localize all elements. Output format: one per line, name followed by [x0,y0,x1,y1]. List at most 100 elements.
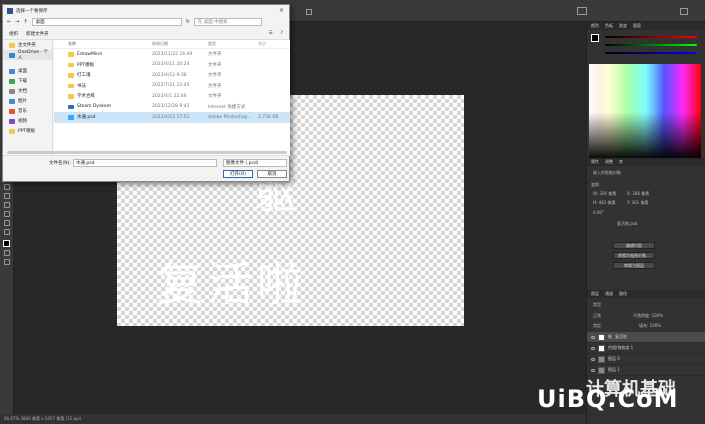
tab-properties[interactable]: 属性 [591,159,599,165]
layer-name: 色相/饱和度 1 [608,345,634,350]
videos-icon [9,118,15,124]
tab-color[interactable]: 颜色 [591,23,599,29]
path-segment[interactable]: 桌面 [36,19,45,25]
tab-adjustments[interactable]: 调整 [605,159,613,165]
layer-filter[interactable]: 类型 [593,302,601,308]
eye-icon[interactable] [591,335,595,339]
file-type: 文件夹 [208,83,222,89]
refresh-icon[interactable]: ↻ [186,19,190,25]
height-field[interactable]: H: 442 像素 [593,200,616,206]
folder-icon [68,94,74,99]
zoom-tool-icon[interactable] [3,220,10,226]
nav-item[interactable]: PPT模板 [3,126,52,136]
search-input[interactable]: 在 桌面 中搜索 [193,18,262,26]
organize-button[interactable]: 组织 [9,31,18,37]
nav-item[interactable]: 音乐 [3,106,52,116]
layer-row[interactable]: 色相/饱和度 1 [587,343,705,354]
more-tools-icon[interactable] [3,229,10,235]
up-icon[interactable]: ↑ [23,19,27,25]
file-row[interactable]: 书法 2022/7/21 22:45 文件夹 [54,81,290,92]
tab-gradient[interactable]: 渐变 [619,23,627,29]
convert-to-layers-button[interactable]: 转换为图层 [613,262,655,269]
tab-pattern[interactable]: 图案 [633,23,641,29]
file-row[interactable]: 水通.psd 2023/4/12 17:51 Adobe Photoshop... 1… [54,112,290,123]
tab-layers[interactable]: 图层 [591,291,599,297]
filetype-select[interactable]: 图像文件 (.psd) [223,159,287,167]
width-field[interactable]: W: 326 像素 [593,191,616,197]
angle-field[interactable]: 0.00° [593,210,604,215]
edit-contents-button[interactable]: 编辑内容 [613,242,655,249]
blend-mode-select[interactable]: 正常 [593,313,601,319]
layer-name: 图层 1 [608,367,620,372]
column-size[interactable]: 大小 [258,41,284,47]
fill-field[interactable]: 填充: 100% [639,323,661,329]
folder-icon [68,52,74,57]
screen-mode-icon[interactable] [3,259,10,265]
column-name[interactable]: 名称 [54,41,152,47]
tab-channels[interactable]: 通道 [605,291,613,297]
convert-to-linked-button[interactable]: 转换为链接对象... [613,252,655,259]
open-file-dialog: 选择一个要保存 × ← → ↑ 桌面 ↻ 在 桌面 中搜索 组织 新建文件夹 ☰… [2,4,291,182]
eye-icon[interactable] [591,357,595,361]
close-icon[interactable]: × [279,7,284,14]
file-row[interactable]: Steam Dyskom 2023/12/28 9:41 Internet 快捷方式 [54,102,290,113]
tab-paths[interactable]: 路径 [619,291,627,297]
filename-input[interactable]: 水通.psd [73,159,217,167]
file-row[interactable]: PPT模板 2023/4/11 20:24 文件夹 [54,60,290,71]
quick-mask-icon[interactable] [3,250,10,256]
file-row[interactable]: 学术合练 2023/4/1 22:46 文件夹 [54,91,290,102]
nav-item[interactable]: 图片 [3,96,52,106]
tab-swatches[interactable]: 色板 [605,23,613,29]
file-row[interactable]: 打工魂 2023/4/12 9:38 文件夹 [54,70,290,81]
open-button[interactable]: 打开(O) [223,170,253,178]
right-panels: 颜色 色板 渐变 图案 属性 调整 库 嵌入的智能对象 变换 W: 326 像素… [586,22,705,424]
file-row[interactable]: EdrawMind 2023/11/22 16:49 文件夹 [54,49,290,60]
blue-slider[interactable] [605,52,697,54]
column-type[interactable]: 类型 [208,41,258,47]
foreground-swatch[interactable] [591,34,599,42]
nav-label: 视频 [18,119,27,124]
marquee-tool-icon[interactable] [3,184,10,190]
red-slider[interactable] [605,36,697,38]
command-bar: 组织 新建文件夹 ☰ ? [3,28,289,40]
help-icon[interactable]: ? [281,31,283,36]
y-field[interactable]: Y: 361 像素 [627,200,648,206]
eye-icon[interactable] [591,346,595,350]
workspace-icon[interactable] [680,8,688,15]
forward-icon[interactable]: → [15,19,19,25]
nav-item[interactable]: 视频 [3,116,52,126]
green-slider[interactable] [605,44,697,46]
lock-label: 锁定: [593,323,603,328]
file-name: 学术合练 [77,94,95,100]
search-icon[interactable] [306,9,312,15]
color-spectrum[interactable] [589,64,701,160]
smart-object-file: 复活啦.psb [617,221,638,226]
psd-file-icon [68,115,74,120]
folder-icon [9,128,15,134]
nav-item[interactable]: 文档 [3,86,52,96]
file-date: 2023/4/12 17:51 [152,114,190,120]
opacity-field[interactable]: 不透明度: 100% [633,313,663,319]
eye-icon[interactable] [591,368,595,372]
nav-item[interactable]: 桌面 [3,66,52,76]
color-panel-tabs: 颜色 色板 渐变 图案 [587,22,705,30]
address-bar[interactable]: 桌面 [31,18,182,26]
nav-item[interactable]: 下载 [3,76,52,86]
tab-libraries[interactable]: 库 [619,159,623,165]
address-bar-row: ← → ↑ 桌面 ↻ 在 桌面 中搜索 [3,16,289,28]
crop-tool-icon[interactable] [3,202,10,208]
x-field[interactable]: X: 286 像素 [627,191,649,197]
layer-row[interactable]: 图层 0 [587,354,705,365]
cancel-button[interactable]: 取消 [257,170,287,178]
back-icon[interactable]: ← [7,19,11,25]
foreground-color-swatch[interactable] [3,240,10,247]
view-options-icon[interactable]: ☰ [269,31,273,36]
hand-tool-icon[interactable] [3,211,10,217]
lasso-tool-icon[interactable] [3,193,10,199]
new-folder-button[interactable]: 新建文件夹 [26,31,49,37]
horizontal-scrollbar[interactable] [7,151,287,154]
share-icon[interactable] [577,7,587,15]
layer-row[interactable]: 躯复活啦 [587,332,705,343]
nav-item[interactable]: OneDrive - 个人 [3,50,52,61]
column-date[interactable]: 修改日期 [152,41,208,47]
